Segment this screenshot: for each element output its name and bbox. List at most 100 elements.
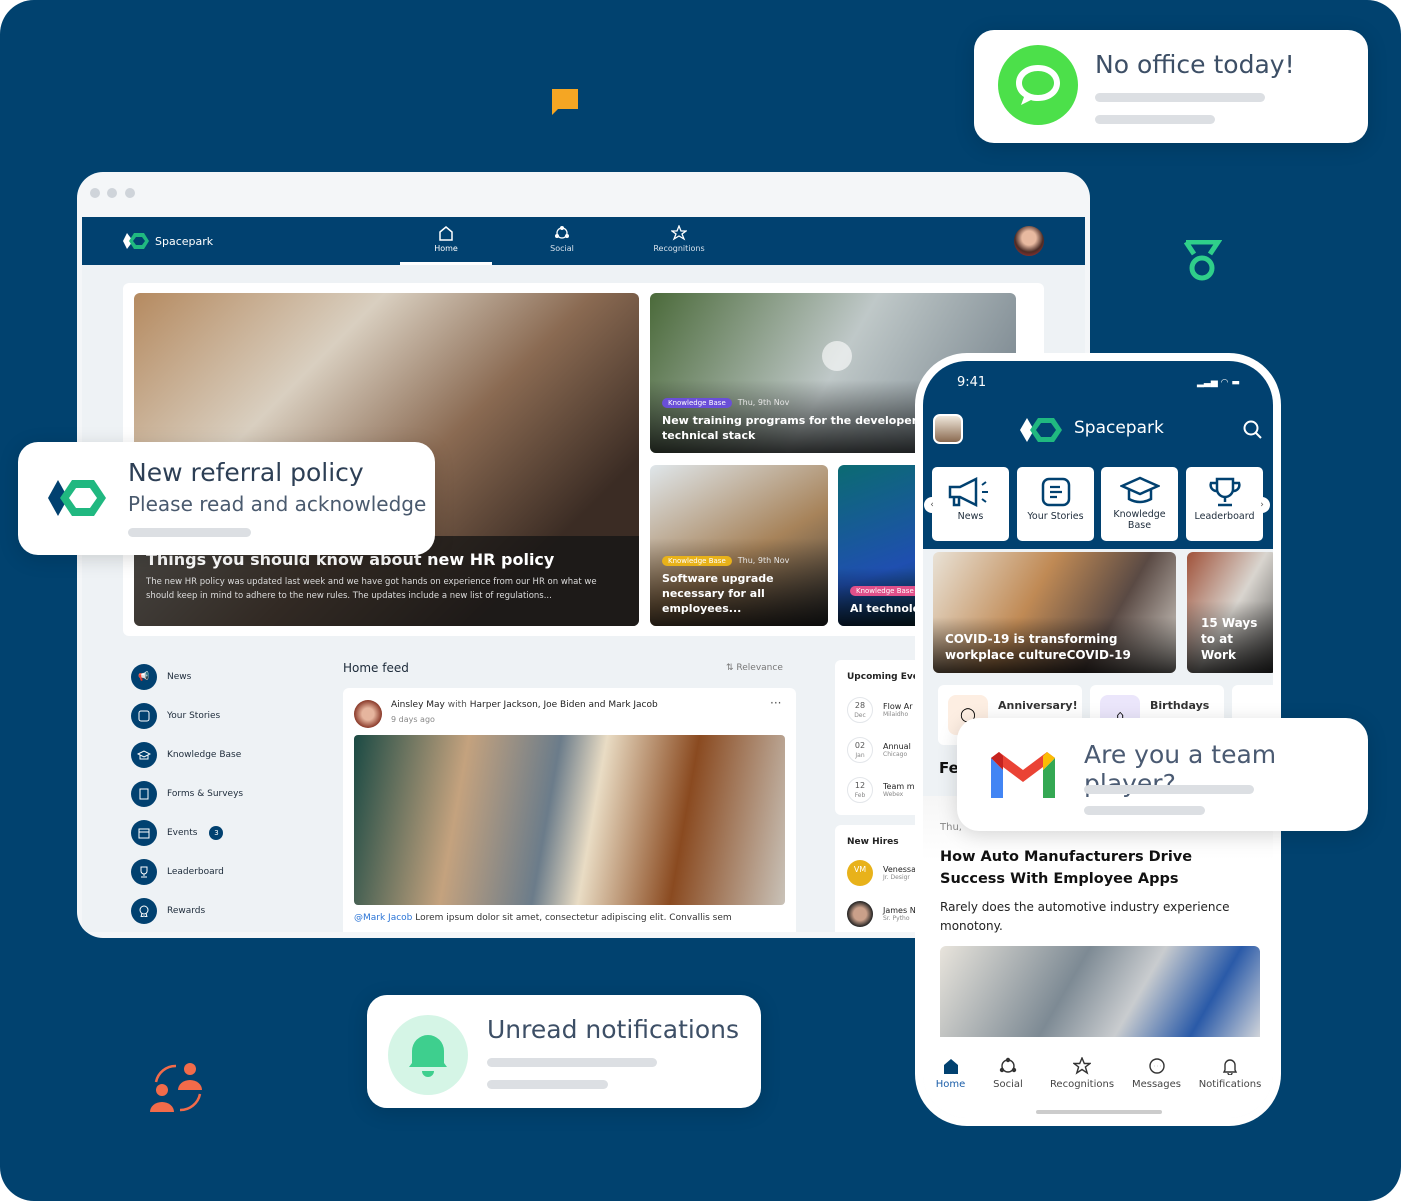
toast-referral-policy[interactable]: New referral policy Please read and ackn… bbox=[18, 442, 435, 555]
toast-no-office: No office today! bbox=[974, 30, 1368, 143]
initials-avatar: VM bbox=[847, 860, 873, 886]
medal-icon bbox=[1183, 240, 1222, 281]
tile-your-stories[interactable]: Your Stories bbox=[1017, 467, 1094, 541]
story-card[interactable]: COVID-19 is transforming workplace cultu… bbox=[933, 552, 1176, 673]
author-name[interactable]: Ainsley May bbox=[391, 700, 445, 710]
tile-news[interactable]: News bbox=[932, 467, 1009, 541]
sort-dropdown[interactable]: ⇅ Relevance bbox=[726, 663, 783, 673]
star-icon bbox=[1073, 1057, 1091, 1075]
sort-icon: ⇅ bbox=[726, 663, 737, 673]
toast-unread-notifications[interactable]: Unread notifications bbox=[367, 995, 761, 1108]
play-icon[interactable] bbox=[822, 341, 852, 371]
spacepark-logo bbox=[123, 233, 149, 249]
bell-icon bbox=[388, 1015, 468, 1095]
author-avatar[interactable] bbox=[354, 700, 382, 728]
bell-icon bbox=[1222, 1059, 1238, 1075]
feed-title: Home feed bbox=[343, 661, 409, 675]
chat-icon bbox=[552, 89, 578, 115]
tile-knowledge-base[interactable]: Knowledge Base bbox=[1101, 467, 1178, 541]
trophy-icon bbox=[1208, 477, 1241, 507]
post-time: 9 days ago bbox=[391, 715, 435, 724]
status-icons: ▂▃▅ ◠ ▬ bbox=[1197, 378, 1240, 388]
sidebar-item-events[interactable]: Events 3 bbox=[131, 820, 224, 846]
toast-title: Unread notifications bbox=[487, 1015, 740, 1044]
new-hire-item[interactable]: James N Sr. Pytho bbox=[847, 901, 916, 927]
story-card[interactable]: 15 Ways to at Work bbox=[1187, 552, 1273, 673]
post-text: @Mark Jacob Lorem ipsum dolor sit amet, … bbox=[354, 913, 732, 923]
nav-social[interactable]: Social bbox=[516, 225, 608, 253]
sidebar-item-rewards[interactable]: Rewards bbox=[131, 898, 205, 924]
post-header: Ainsley May with Harper Jackson, Joe Bid… bbox=[391, 700, 658, 710]
tile-leaderboard[interactable]: Leaderboard bbox=[1186, 467, 1263, 541]
events-badge: 3 bbox=[209, 826, 224, 840]
graduation-cap-icon bbox=[1119, 476, 1160, 504]
award-icon bbox=[131, 898, 157, 924]
sidebar-item-news[interactable]: 📢 News bbox=[131, 664, 191, 690]
nav-recognitions[interactable]: Recognitions bbox=[633, 225, 725, 253]
megaphone-icon: 📢 bbox=[131, 664, 157, 690]
toast-title: New referral policy bbox=[128, 458, 364, 487]
window-dot bbox=[125, 188, 135, 198]
bottom-nav: Home Social Recognitions Messages Notifi… bbox=[923, 1037, 1273, 1118]
search-icon[interactable] bbox=[1243, 420, 1263, 440]
social-icon bbox=[999, 1057, 1017, 1073]
hire-avatar bbox=[847, 901, 873, 927]
brand-name: Spacepark bbox=[155, 235, 214, 248]
window-dot bbox=[107, 188, 117, 198]
window-dot bbox=[90, 188, 100, 198]
article-title: How Auto Manufacturers Drive Success Wit… bbox=[940, 849, 1193, 887]
calendar-icon bbox=[131, 820, 157, 846]
sidebar-item-leaderboard[interactable]: Leaderboard bbox=[131, 859, 224, 885]
sidebar-item-your-stories[interactable]: Your Stories bbox=[131, 703, 220, 729]
home-indicator bbox=[1036, 1110, 1162, 1114]
bottom-nav-messages[interactable]: Messages bbox=[1129, 1057, 1184, 1090]
status-time: 9:41 bbox=[957, 375, 987, 390]
article-card[interactable]: Knowledge Base Thu, 9th Nov Software upgra… bbox=[650, 465, 828, 626]
toast-team-player[interactable]: Are you a team player? bbox=[957, 718, 1368, 831]
feed-post: Ainsley May with Harper Jackson, Joe Bid… bbox=[343, 688, 796, 932]
bottom-nav-recognitions[interactable]: Recognitions bbox=[1047, 1057, 1117, 1090]
sidebar-item-forms-surveys[interactable]: Forms & Surveys bbox=[131, 781, 243, 807]
event-item[interactable]: 12 Feb Team m Webex bbox=[847, 777, 914, 803]
profile-avatar[interactable] bbox=[933, 414, 963, 444]
bottom-nav-notifications[interactable]: Notifications bbox=[1197, 1057, 1263, 1090]
stories-icon bbox=[131, 703, 157, 729]
bottom-nav-social[interactable]: Social bbox=[987, 1057, 1029, 1090]
home-icon bbox=[439, 226, 453, 241]
article-image bbox=[940, 946, 1260, 1046]
article-body: Rarely does the automotive industry expe… bbox=[940, 900, 1230, 933]
new-hire-item[interactable]: VM Venessa Jr. Desigr bbox=[847, 860, 916, 886]
people-exchange-icon bbox=[150, 1063, 202, 1112]
top-nav: Spacepark Home Social Recognitions bbox=[82, 217, 1085, 265]
social-icon bbox=[555, 226, 569, 239]
trophy-icon bbox=[131, 859, 157, 885]
carousel-next-button[interactable]: › bbox=[1254, 497, 1270, 513]
event-item[interactable]: 28 Dec Flow Ar Milaidho bbox=[847, 697, 913, 723]
event-item[interactable]: 02 Jan Annual Chicago bbox=[847, 737, 911, 763]
megaphone-icon bbox=[948, 477, 988, 507]
stories-icon bbox=[1041, 477, 1070, 507]
mention-link[interactable]: @Mark Jacob bbox=[354, 913, 412, 923]
post-image[interactable] bbox=[354, 735, 785, 905]
tagged-users[interactable]: Harper Jackson, Joe Biden and Mark Jacob bbox=[470, 700, 658, 710]
bottom-nav-home[interactable]: Home bbox=[933, 1057, 968, 1090]
chat-bubble-icon bbox=[998, 45, 1078, 125]
sidebar-item-knowledge-base[interactable]: Knowledge Base bbox=[131, 742, 241, 768]
hero-body: The new HR policy was updated last week … bbox=[146, 577, 597, 601]
more-options-icon[interactable]: ··· bbox=[770, 696, 781, 710]
carousel-prev-button[interactable]: ‹ bbox=[924, 497, 940, 513]
gmail-icon bbox=[991, 752, 1055, 798]
brand-name: Spacepark bbox=[1074, 418, 1164, 438]
home-icon bbox=[943, 1059, 958, 1074]
active-tab-indicator bbox=[400, 262, 492, 265]
toast-title: No office today! bbox=[1095, 50, 1295, 79]
user-avatar[interactable] bbox=[1014, 226, 1044, 256]
toast-subtitle: Please read and acknowledge bbox=[128, 492, 427, 516]
spacepark-logo bbox=[48, 480, 106, 516]
messages-icon bbox=[1148, 1058, 1165, 1074]
star-icon bbox=[671, 225, 687, 241]
spacepark-logo bbox=[1020, 418, 1062, 442]
nav-home[interactable]: Home bbox=[400, 225, 492, 253]
graduation-cap-icon bbox=[131, 742, 157, 768]
form-icon bbox=[131, 781, 157, 807]
